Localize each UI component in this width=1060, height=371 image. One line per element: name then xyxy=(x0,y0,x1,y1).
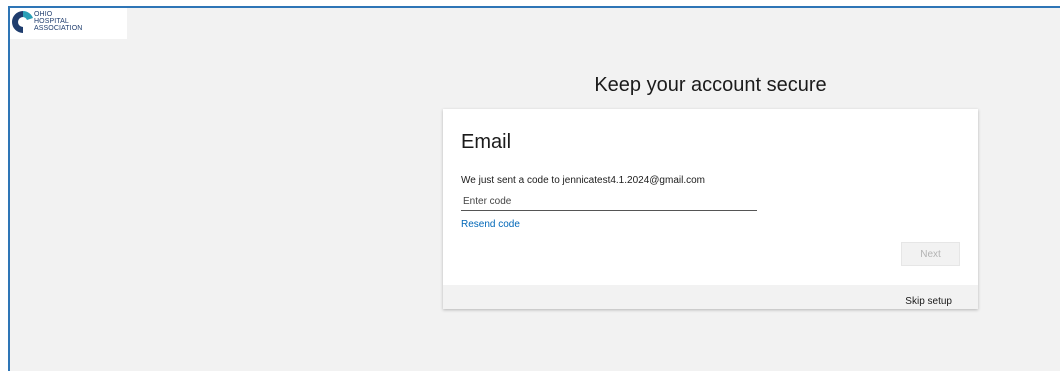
logo-line-1: OHIO xyxy=(34,11,53,18)
code-input[interactable] xyxy=(461,193,757,211)
logo-line-3: ASSOCIATION xyxy=(34,25,83,32)
resend-code-link[interactable]: Resend code xyxy=(461,219,520,230)
card-footer: Skip setup xyxy=(443,285,978,309)
skip-setup-link[interactable]: Skip setup xyxy=(905,296,952,307)
ohio-hospital-association-logo-icon xyxy=(12,11,33,33)
mfa-setup-card: Email We just sent a code to jennicatest… xyxy=(443,109,978,309)
next-button[interactable]: Next xyxy=(901,242,960,266)
logo-line-2: HOSPITAL xyxy=(34,18,69,25)
code-sent-message: We just sent a code to jennicatest4.1.20… xyxy=(461,175,705,186)
page-title: Keep your account secure xyxy=(594,74,827,96)
logo-wordmark: OHIO HOSPITAL ASSOCIATION xyxy=(34,11,82,32)
app-frame: OHIO HOSPITAL ASSOCIATION Keep your acco… xyxy=(8,6,1060,371)
card-heading: Email xyxy=(461,131,512,153)
organization-logo: OHIO HOSPITAL ASSOCIATION xyxy=(10,8,127,39)
